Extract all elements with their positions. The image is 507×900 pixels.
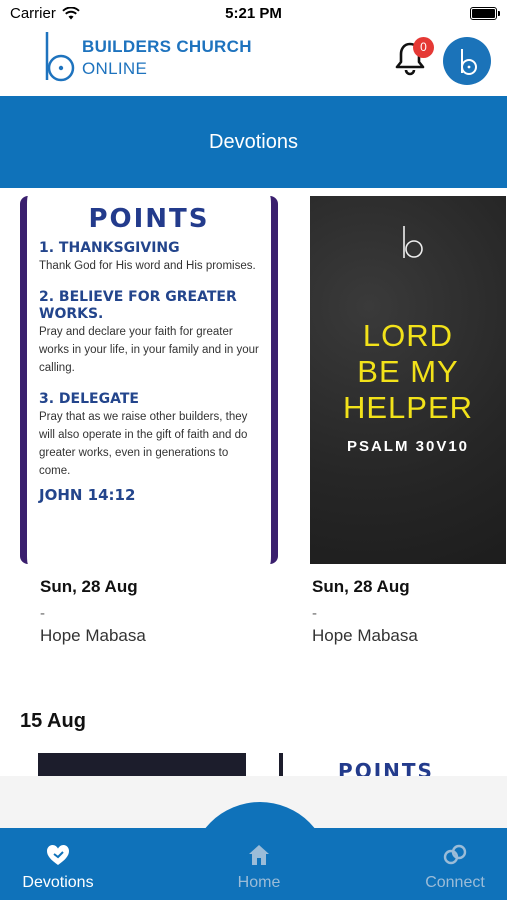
battery-icon — [470, 7, 500, 20]
poster-point-text: Pray that as we raise other builders, th… — [39, 411, 248, 477]
thumbnail-title: POINTS — [338, 759, 434, 776]
poster-point-heading: 3. DELEGATE — [39, 391, 139, 407]
devotion-subtitle: - — [40, 605, 45, 622]
bottom-nav: Devotions Home Connect — [0, 828, 507, 900]
devotion-poster-points: POINTS 1. THANKSGIVING Thank God for His… — [20, 196, 278, 564]
devotion-author: Hope Mabasa — [40, 626, 146, 645]
poster-headline: LORD BE MY HELPER — [310, 318, 506, 426]
poster-point-text: Thank God for His word and His promises. — [39, 260, 256, 272]
nav-connect[interactable]: Connect — [390, 828, 507, 900]
notification-badge: 0 — [413, 37, 434, 58]
nav-label: Connect — [425, 874, 485, 891]
poster-title: POINTS — [88, 204, 210, 234]
devotion-card[interactable]: POINTS 1. THANKSGIVING Thank God for His… — [20, 196, 278, 646]
poster-reference: JOHN 14:12 — [39, 486, 136, 504]
church-logo-icon — [403, 226, 423, 258]
devotion-subtitle: - — [312, 605, 317, 622]
devotion-date: Sun, 28 Aug — [40, 577, 138, 596]
avatar[interactable] — [443, 37, 491, 85]
page-title-band: Devotions — [0, 96, 507, 188]
devotion-poster-psalm: LORD BE MY HELPER PSALM 30V10 — [310, 196, 506, 564]
brand-line-1: BUILDERS CHURCH — [82, 37, 252, 56]
devotion-date: Sun, 28 Aug — [312, 577, 410, 596]
nav-label: Devotions — [22, 874, 94, 891]
poster-line-2: BE MY — [357, 354, 459, 389]
page-title: Devotions — [209, 130, 298, 153]
poster-point-text: Pray and declare your faith for greater … — [39, 326, 259, 374]
home-icon — [249, 845, 269, 865]
nav-home[interactable]: Home — [194, 828, 324, 900]
devotion-thumbnail[interactable]: POINTS — [279, 753, 489, 776]
status-time: 5:21 PM — [225, 5, 282, 22]
app-header: BUILDERS CHURCH ONLINE 0 — [0, 28, 507, 96]
poster-line-1: LORD — [362, 318, 454, 353]
brand-logo-icon — [461, 49, 477, 75]
nav-devotions[interactable]: Devotions — [0, 828, 123, 900]
nav-label: Home — [237, 874, 281, 891]
devotion-list: POINTS 1. THANKSGIVING Thank God for His… — [0, 188, 507, 776]
devotion-thumbnail[interactable] — [38, 753, 246, 776]
heart-hands-icon — [47, 845, 69, 865]
brand-name: BUILDERS CHURCH ONLINE — [82, 36, 252, 80]
devotion-card[interactable]: LORD BE MY HELPER PSALM 30V10 Sun, 28 Au… — [292, 196, 507, 646]
devotions-screen: Carrier 5:21 PM BUILDERS CHURCH ONLINE 0 — [0, 0, 507, 900]
poster-line-3: HELPER — [342, 390, 474, 425]
church-logo-icon — [45, 32, 75, 82]
devotion-author: Hope Mabasa — [312, 626, 418, 645]
status-bar: Carrier 5:21 PM — [0, 0, 507, 28]
section-date-header: 15 Aug — [20, 710, 86, 732]
poster-point-heading: 2. BELIEVE FOR GREATER WORKS. — [39, 289, 237, 322]
brand-line-2: ONLINE — [82, 59, 148, 78]
link-icon — [443, 844, 467, 865]
poster-reference: PSALM 30V10 — [346, 438, 470, 455]
poster-point-heading: 1. THANKSGIVING — [39, 240, 180, 256]
